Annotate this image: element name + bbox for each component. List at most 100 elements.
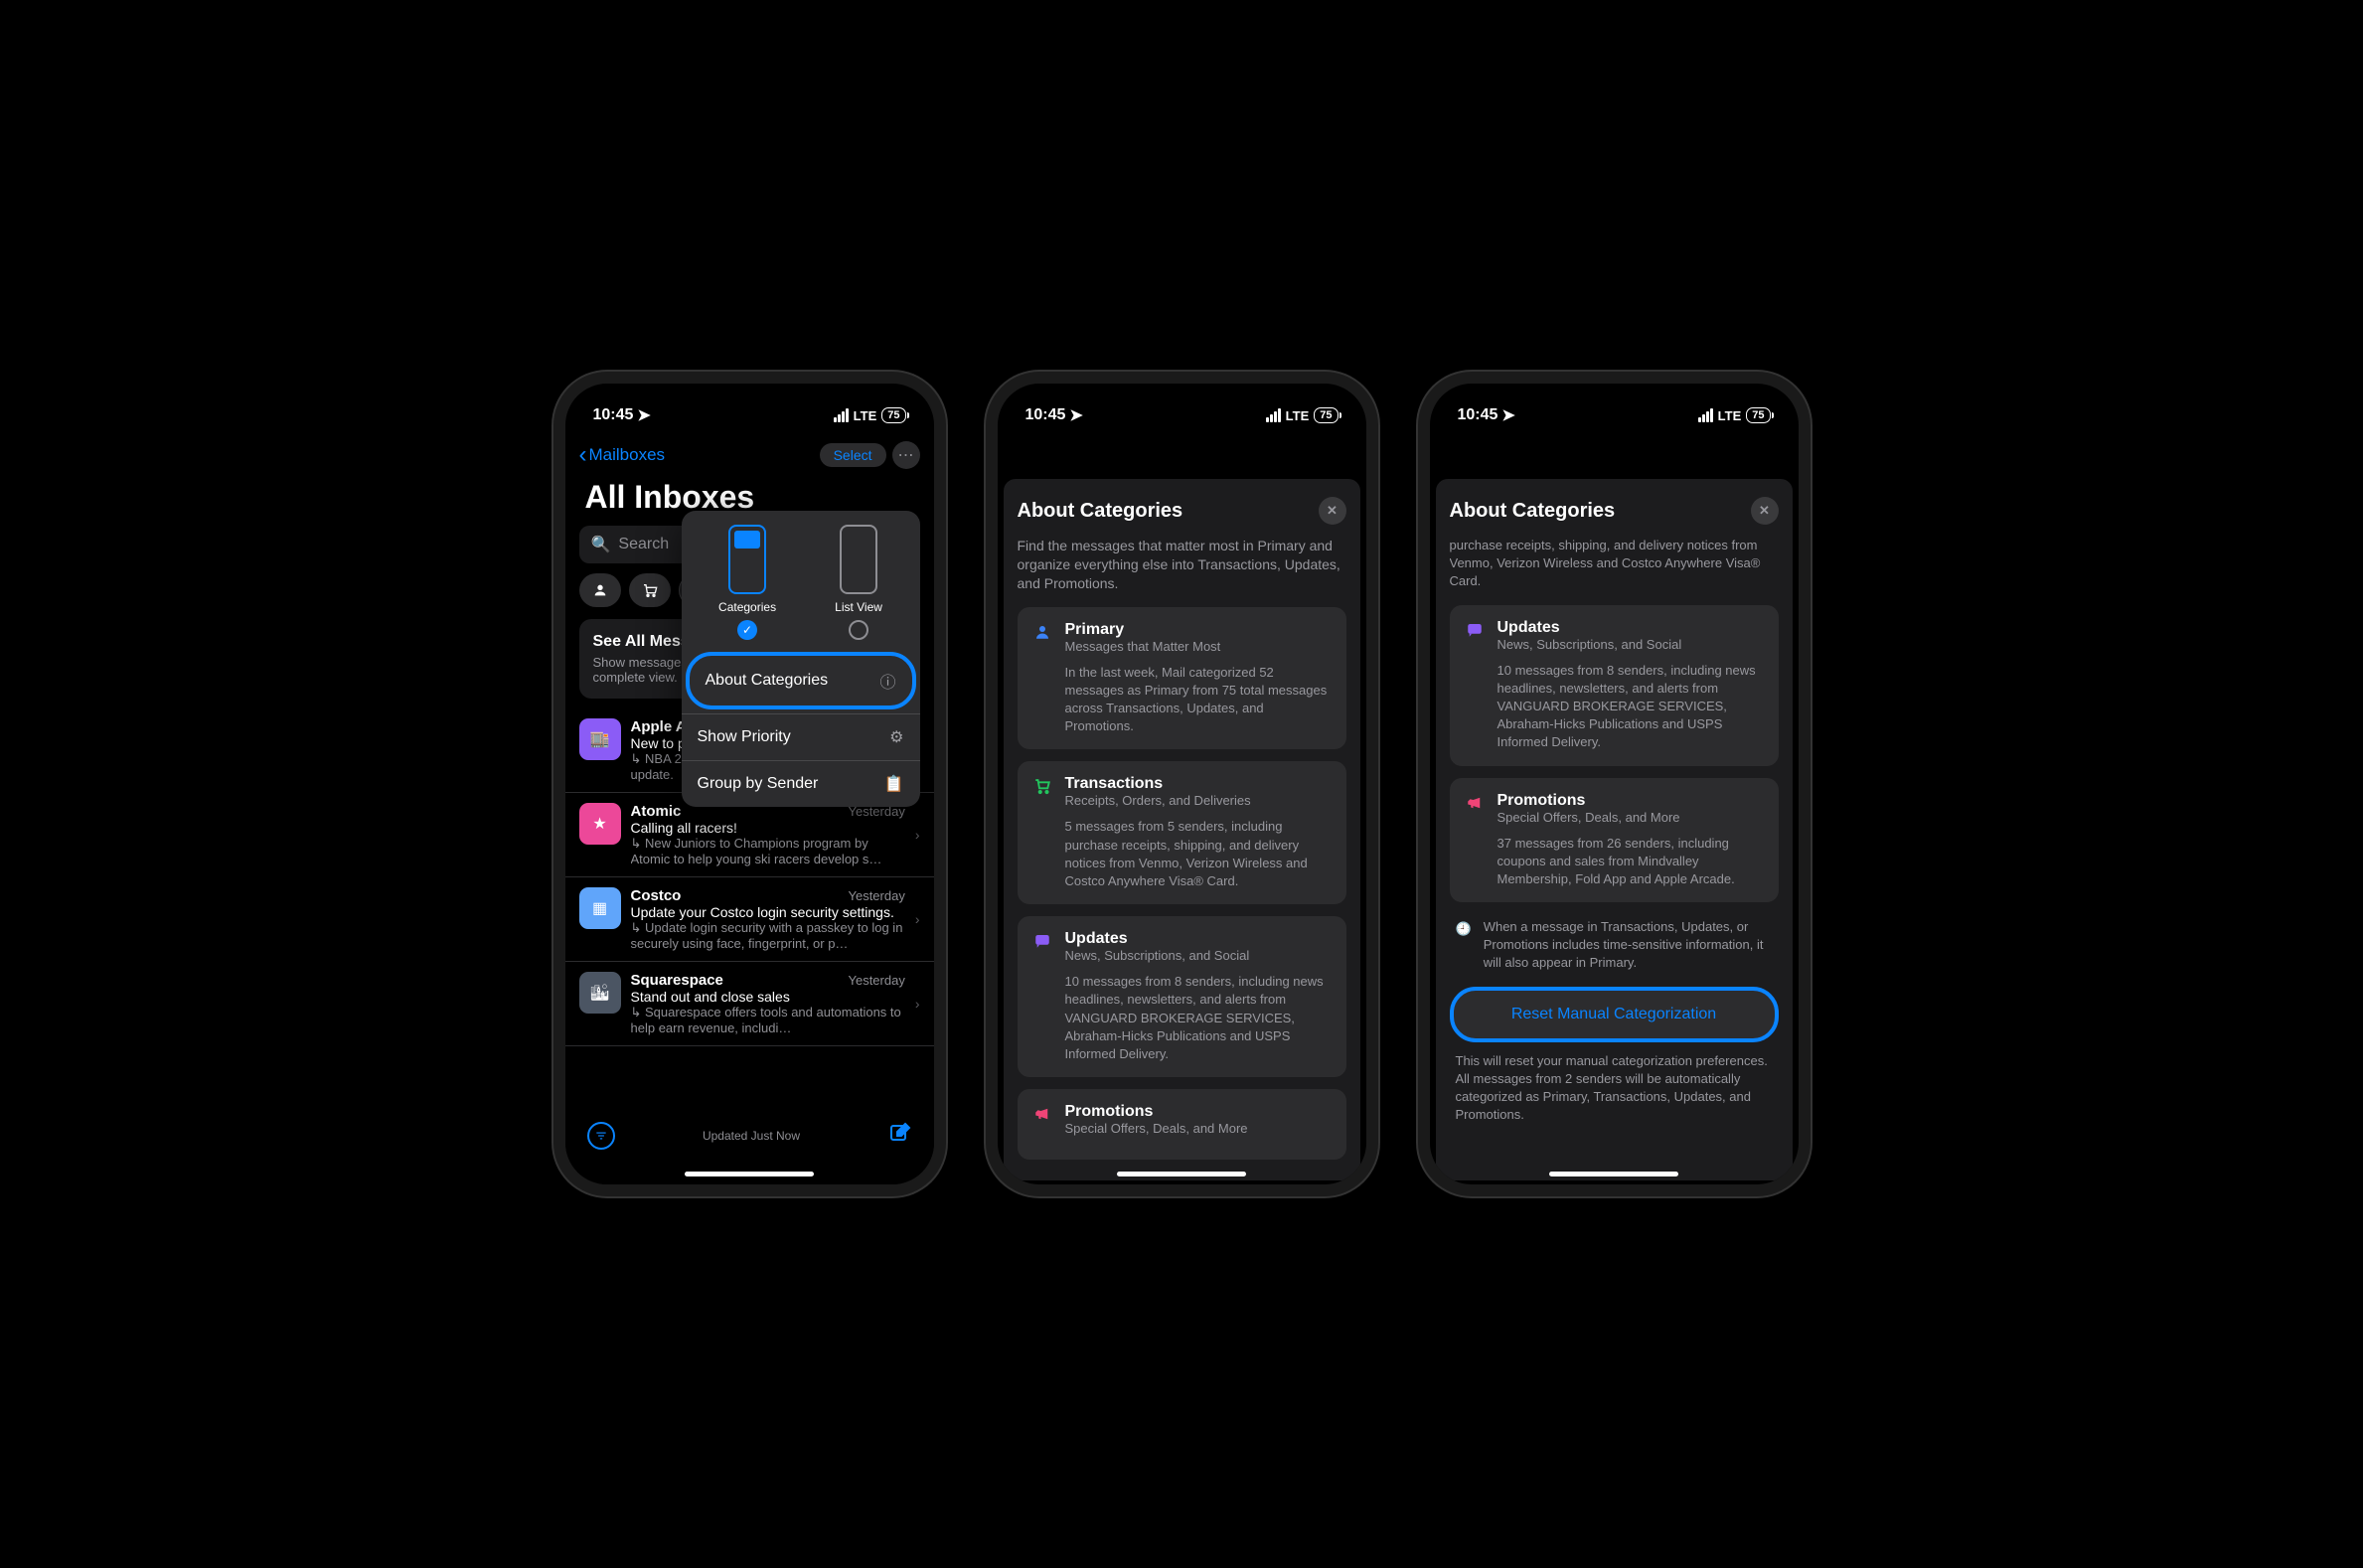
view-option-list[interactable]: List View [835,525,882,640]
cat-detail: In the last week, Mail categorized 52 me… [1065,664,1333,736]
search-icon: 🔍 [591,535,611,554]
network-label: LTE [1286,408,1310,423]
dynamic-island [1122,395,1241,429]
status-time: 10:45 [593,406,634,424]
avatar: 🏙 [579,972,621,1014]
compose-button[interactable] [888,1121,912,1151]
truncated-text: purchase receipts, shipping, and deliver… [1450,537,1779,591]
close-button[interactable]: ✕ [1751,497,1779,525]
home-indicator[interactable] [1549,1172,1678,1176]
menu-label: Group by Sender [698,775,819,793]
nav-bar: ‹Mailboxes Select ⋯ [565,433,934,477]
back-button[interactable]: ‹Mailboxes [579,441,666,469]
sheet-intro: Find the messages that matter most in Pr… [1018,537,1346,593]
home-indicator[interactable] [1117,1172,1246,1176]
chevron-right-icon: › [915,827,920,843]
cat-detail: 10 messages from 8 senders, including ne… [1065,973,1333,1063]
signal-icon [1698,408,1713,422]
dynamic-island [690,395,809,429]
group-by-sender-button[interactable]: Group by Sender 📋 [682,760,920,807]
show-priority-button[interactable]: Show Priority ⚙ [682,713,920,760]
view-opt-label: Categories [718,600,776,614]
cat-sub: Special Offers, Deals, and More [1065,1121,1333,1136]
clock-icon: 🕘 [1456,918,1472,973]
footnote-text: When a message in Transactions, Updates,… [1484,918,1773,973]
select-button[interactable]: Select [820,443,886,467]
subject: Update your Costco login security settin… [631,904,905,920]
cart-icon [1031,775,1053,890]
avatar: 🏬 [579,718,621,760]
email-row[interactable]: ▦ Costco Yesterday Update your Costco log… [565,877,934,962]
reset-categorization-button[interactable]: Reset Manual Categorization [1450,987,1779,1042]
category-card-updates: Updates News, Subscriptions, and Social … [1450,605,1779,766]
chevron-right-icon: › [915,911,920,927]
category-card-updates: Updates News, Subscriptions, and Social … [1018,916,1346,1077]
home-indicator[interactable] [685,1172,814,1176]
phone-screen-1: 10:45 ➤ LTE 75 ‹Mailboxes Select ⋯ All I… [553,372,946,1196]
battery-icon: 75 [881,407,905,423]
cat-sub: Messages that Matter Most [1065,639,1333,654]
status-time: 10:45 [1025,406,1066,424]
signal-icon [1266,408,1281,422]
categories-preview-icon [728,525,766,594]
cat-title: Promotions [1065,1103,1333,1121]
back-label: Mailboxes [589,445,666,465]
gear-icon: ⚙ [889,727,903,747]
chat-icon [1031,930,1053,1063]
subject: Calling all racers! [631,820,905,836]
avatar: ★ [579,803,621,845]
cat-title: Primary [1065,621,1333,639]
date: Yesterday [848,973,904,988]
chat-icon [1464,619,1486,752]
cat-sub: Special Offers, Deals, and More [1497,810,1765,825]
battery-icon: 75 [1314,407,1338,423]
megaphone-icon [1464,792,1486,889]
location-icon: ➤ [637,405,650,425]
view-opt-label: List View [835,600,882,614]
view-options-popover: Categories ✓ List View About Categories … [682,511,920,807]
category-card-transactions: Transactions Receipts, Orders, and Deliv… [1018,761,1346,904]
list-preview-icon [840,525,877,594]
sheet-title: About Categories [1018,500,1183,523]
cat-title: Updates [1497,619,1765,637]
chevron-left-icon: ‹ [579,441,587,469]
chip-transactions[interactable] [629,573,671,607]
email-row[interactable]: 🏙 SquarespaceYesterday Stand out and clo… [565,962,934,1046]
toolbar-status: Updated Just Now [703,1129,800,1143]
info-icon: ⓘ [879,669,895,693]
location-icon: ➤ [1069,405,1082,425]
cat-detail: 5 messages from 5 senders, including pur… [1065,818,1333,890]
dynamic-island [1554,395,1673,429]
clipboard-icon: 📋 [884,774,904,794]
filter-button[interactable] [587,1122,615,1150]
megaphone-icon [1031,1103,1053,1146]
phone-screen-2: 10:45 ➤ LTE 75 About Categories ✕ Find t… [986,372,1378,1196]
about-categories-sheet: About Categories ✕ Find the messages tha… [1004,479,1360,1180]
radio-selected-icon: ✓ [737,620,757,640]
preview: ↳ New Juniors to Champions program by At… [631,836,905,866]
sender: Atomic [631,803,682,820]
preview: ↳ Update login security with a passkey t… [631,920,905,951]
cat-detail: 37 messages from 26 senders, including c… [1497,835,1765,889]
cat-sub: News, Subscriptions, and Social [1497,637,1765,652]
date: Yesterday [848,888,904,903]
status-time: 10:45 [1458,406,1498,424]
person-icon [1031,621,1053,736]
chip-primary[interactable] [579,573,621,607]
view-option-categories[interactable]: Categories ✓ [718,525,776,640]
avatar: ▦ [579,887,621,929]
footnote: 🕘 When a message in Transactions, Update… [1450,914,1779,987]
cat-title: Promotions [1497,792,1765,810]
preview: ↳ Squarespace offers tools and automatio… [631,1005,905,1035]
close-button[interactable]: ✕ [1319,497,1346,525]
category-card-promotions: Promotions Special Offers, Deals, and Mo… [1450,778,1779,903]
sheet-title: About Categories [1450,500,1616,523]
sender: Costco [631,887,682,904]
about-categories-button[interactable]: About Categories ⓘ [686,652,916,709]
more-button[interactable]: ⋯ [892,441,920,469]
network-label: LTE [854,408,877,423]
search-placeholder: Search [618,536,669,553]
phone-screen-3: 10:45 ➤ LTE 75 About Categories ✕ purcha… [1418,372,1811,1196]
cat-detail: 10 messages from 8 senders, including ne… [1497,662,1765,752]
about-categories-sheet: About Categories ✕ purchase receipts, sh… [1436,479,1793,1180]
